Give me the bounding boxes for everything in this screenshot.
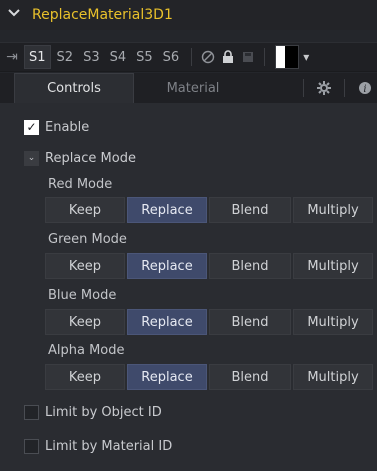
tab-separator (303, 79, 304, 97)
color-swatch[interactable] (275, 45, 300, 69)
node-title: ReplaceMaterial3D1 (32, 7, 173, 23)
version-tab-s2[interactable]: S2 (53, 46, 78, 68)
alpha-multiply-button[interactable]: Multiply (293, 364, 373, 390)
green-mode-buttons: Keep Replace Blend Multiply (45, 253, 375, 279)
red-blend-button[interactable]: Blend (209, 197, 291, 223)
red-replace-button[interactable]: Replace (127, 197, 207, 223)
replace-mode-label: Replace Mode (45, 151, 136, 166)
tab-separator (344, 79, 345, 97)
green-replace-button[interactable]: Replace (127, 253, 207, 279)
red-mode-buttons: Keep Replace Blend Multiply (45, 197, 375, 223)
version-tab-s1[interactable]: S1 (24, 45, 51, 69)
lock-icon[interactable] (218, 47, 238, 67)
version-tab-s3[interactable]: S3 (79, 46, 104, 68)
gear-icon[interactable] (314, 78, 334, 98)
limit-material-row[interactable]: Limit by Material ID (24, 439, 172, 454)
tab-icons: i (293, 73, 377, 103)
limit-object-label: Limit by Object ID (45, 405, 162, 420)
version-tab-s5[interactable]: S5 (132, 46, 157, 68)
blue-blend-button[interactable]: Blend (209, 309, 291, 335)
info-icon[interactable]: i (355, 78, 375, 98)
controls-panel: ✓ Enable ⌄ Replace Mode Red Mode Keep Re… (0, 103, 377, 471)
collapse-toggle[interactable]: ⌄ (24, 151, 39, 166)
green-blend-button[interactable]: Blend (209, 253, 291, 279)
enable-checkbox-row[interactable]: ✓ Enable (24, 120, 89, 135)
version-tab-s4[interactable]: S4 (106, 46, 131, 68)
alpha-mode-buttons: Keep Replace Blend Multiply (45, 364, 375, 390)
replace-mode-row[interactable]: ⌄ Replace Mode (24, 151, 136, 166)
tab-controls[interactable]: Controls (14, 73, 134, 103)
version-toolbar: ⇥ S1 S2 S3 S4 S5 S6 ▾ (0, 42, 377, 72)
tab-material-label: Material (166, 80, 220, 96)
svg-text:i: i (363, 84, 366, 95)
limit-object-row[interactable]: Limit by Object ID (24, 405, 162, 420)
alpha-blend-button[interactable]: Blend (209, 364, 291, 390)
enable-label: Enable (45, 120, 90, 135)
blue-multiply-button[interactable]: Multiply (293, 309, 373, 335)
red-mode-label: Red Mode (48, 177, 113, 192)
green-keep-button[interactable]: Keep (45, 253, 125, 279)
alpha-keep-button[interactable]: Keep (45, 364, 125, 390)
green-mode-label: Green Mode (48, 232, 127, 247)
chevron-down-icon[interactable]: ▾ (303, 50, 309, 64)
pin-icon[interactable]: ⇥ (0, 49, 24, 65)
node-title-bar[interactable]: ReplaceMaterial3D1 (0, 0, 377, 30)
version-tab-s6[interactable]: S6 (159, 46, 184, 68)
red-keep-button[interactable]: Keep (45, 197, 125, 223)
inspector-tabs: Controls Material i (0, 73, 377, 103)
blue-mode-label: Blue Mode (48, 288, 117, 303)
limit-object-checkbox[interactable] (24, 405, 39, 420)
save-icon[interactable] (238, 47, 258, 67)
chevron-down-icon[interactable] (8, 7, 24, 23)
alpha-replace-button[interactable]: Replace (127, 364, 207, 390)
tab-controls-label: Controls (47, 81, 101, 96)
green-multiply-button[interactable]: Multiply (293, 253, 373, 279)
red-multiply-button[interactable]: Multiply (293, 197, 373, 223)
toolbar-separator (264, 48, 266, 66)
blue-replace-button[interactable]: Replace (127, 309, 207, 335)
enable-checkbox[interactable]: ✓ (24, 120, 39, 135)
toolbar-separator (191, 48, 193, 66)
alpha-mode-label: Alpha Mode (48, 343, 125, 358)
disable-icon[interactable] (198, 47, 218, 67)
limit-material-checkbox[interactable] (24, 439, 39, 454)
blue-keep-button[interactable]: Keep (45, 309, 125, 335)
tab-material[interactable]: Material (134, 73, 252, 103)
limit-material-label: Limit by Material ID (45, 439, 173, 454)
blue-mode-buttons: Keep Replace Blend Multiply (45, 309, 375, 335)
